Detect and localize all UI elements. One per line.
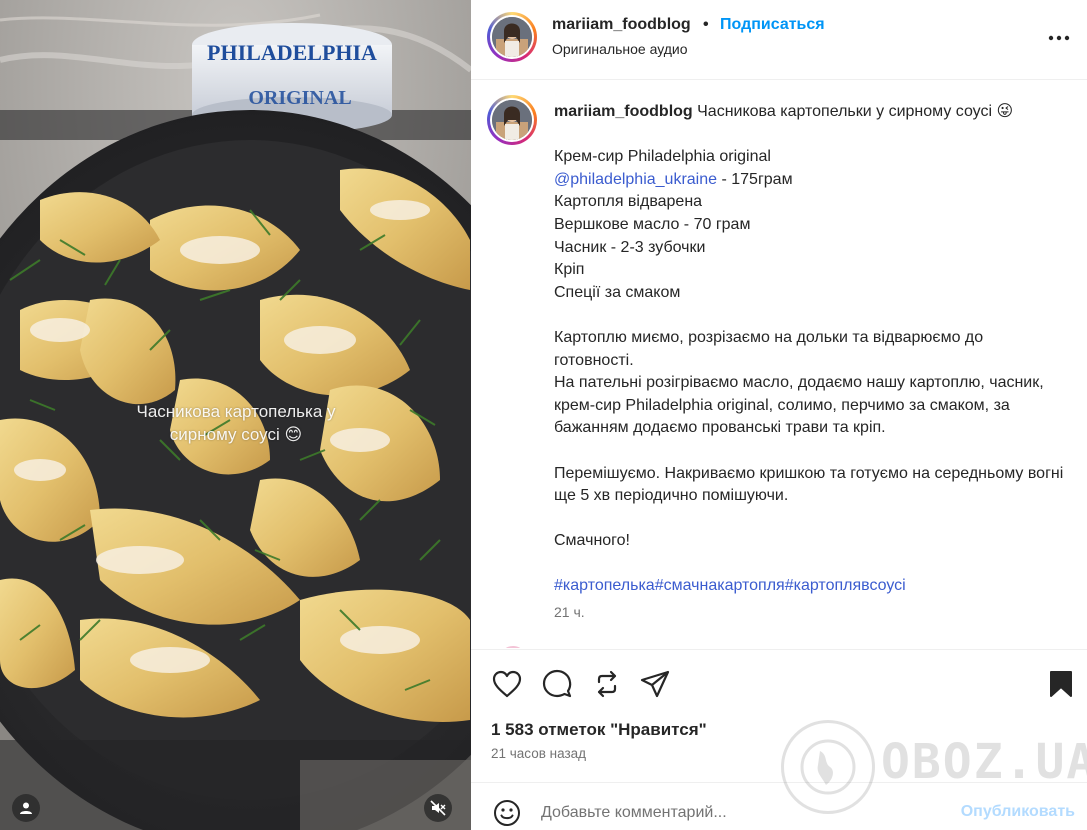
author-avatar[interactable]	[487, 12, 537, 62]
overlay-line-1: Часникова картопелька у	[136, 402, 336, 421]
caption-title: Часникова картопельки у сирному соусі 😜	[692, 103, 1014, 120]
hashtags[interactable]: #картопелька#смачнакартопля#картоплявсоу…	[554, 577, 906, 594]
tagged-users-button[interactable]	[12, 794, 40, 822]
likes-count[interactable]: 1 583 отметок "Нравится"	[491, 720, 707, 740]
caption-paragraph-2: Перемішуємо. Накриваємо кришкою та готує…	[554, 464, 1068, 505]
caption-timestamp: 21 ч.	[554, 604, 585, 620]
bookmark-icon	[1050, 671, 1072, 697]
original-audio-link[interactable]: Оригинальное аудио	[552, 41, 688, 57]
next-comment-avatar[interactable]	[499, 646, 527, 648]
comment-button[interactable]	[541, 668, 573, 700]
action-bar	[471, 649, 1087, 715]
video-overlay-text: Часникова картопелька у сирному соусі 😊	[96, 400, 376, 446]
jar-brand-text: PHILADELPHIA	[207, 40, 377, 65]
user-icon	[20, 802, 32, 814]
mute-toggle-button[interactable]	[424, 794, 452, 822]
jar-sub-text: ORIGINAL	[248, 87, 351, 109]
author-username[interactable]: mariiam_foodblog	[552, 16, 691, 34]
emoji-picker-button[interactable]	[491, 797, 523, 829]
avatar-image	[492, 17, 532, 57]
share-button[interactable]	[639, 668, 671, 700]
repost-icon	[597, 670, 617, 698]
mention-link[interactable]: @philadelphia_ukraine	[554, 171, 717, 188]
caption-paragraph-1: Картоплю миємо, розрізаємо на дольки та …	[554, 328, 1044, 437]
overlay-line-2: сирному соусі 😊	[169, 425, 303, 444]
like-button[interactable]	[491, 668, 523, 700]
post-age: 21 часов назад	[491, 746, 587, 761]
more-options-button[interactable]	[1047, 26, 1071, 50]
caption-paragraph-3: Смачного!	[554, 532, 630, 550]
caption-section: mariiam_foodblog Часникова картопельки у…	[471, 81, 1087, 648]
avatar-image	[492, 100, 532, 140]
post-header: mariiam_foodblog • Подписаться Оригиналь…	[471, 0, 1087, 80]
follow-button[interactable]: Подписаться	[720, 16, 825, 34]
separator-dot: •	[703, 16, 709, 33]
emoji-icon	[494, 800, 520, 826]
heart-icon	[492, 670, 522, 698]
repost-button[interactable]	[591, 668, 623, 700]
caption-ingredient-line: Крем-сир Philadelphia original	[554, 148, 771, 166]
comment-icon	[542, 669, 572, 698]
comment-composer: Опубликовать	[471, 782, 1087, 830]
comment-input[interactable]	[541, 797, 941, 829]
save-button[interactable]	[1045, 668, 1077, 700]
caption-author-avatar[interactable]	[487, 95, 537, 145]
post-media[interactable]: PHILADELPHIA ORIGINAL Часникова картопел…	[0, 0, 471, 830]
caption-ingredients: Картопля відварена Вершкове масло - 70 г…	[554, 193, 751, 301]
muted-speaker-icon	[430, 800, 446, 816]
publish-comment-button[interactable]: Опубликовать	[961, 803, 1075, 821]
more-icon	[1048, 35, 1070, 41]
post-panel: mariiam_foodblog • Подписаться Оригиналь…	[471, 0, 1087, 830]
mention-suffix: - 175грам	[717, 170, 793, 188]
share-icon	[640, 670, 670, 698]
caption-username[interactable]: mariiam_foodblog	[554, 103, 693, 120]
post-caption: mariiam_foodblog Часникова картопельки у…	[554, 101, 1064, 598]
